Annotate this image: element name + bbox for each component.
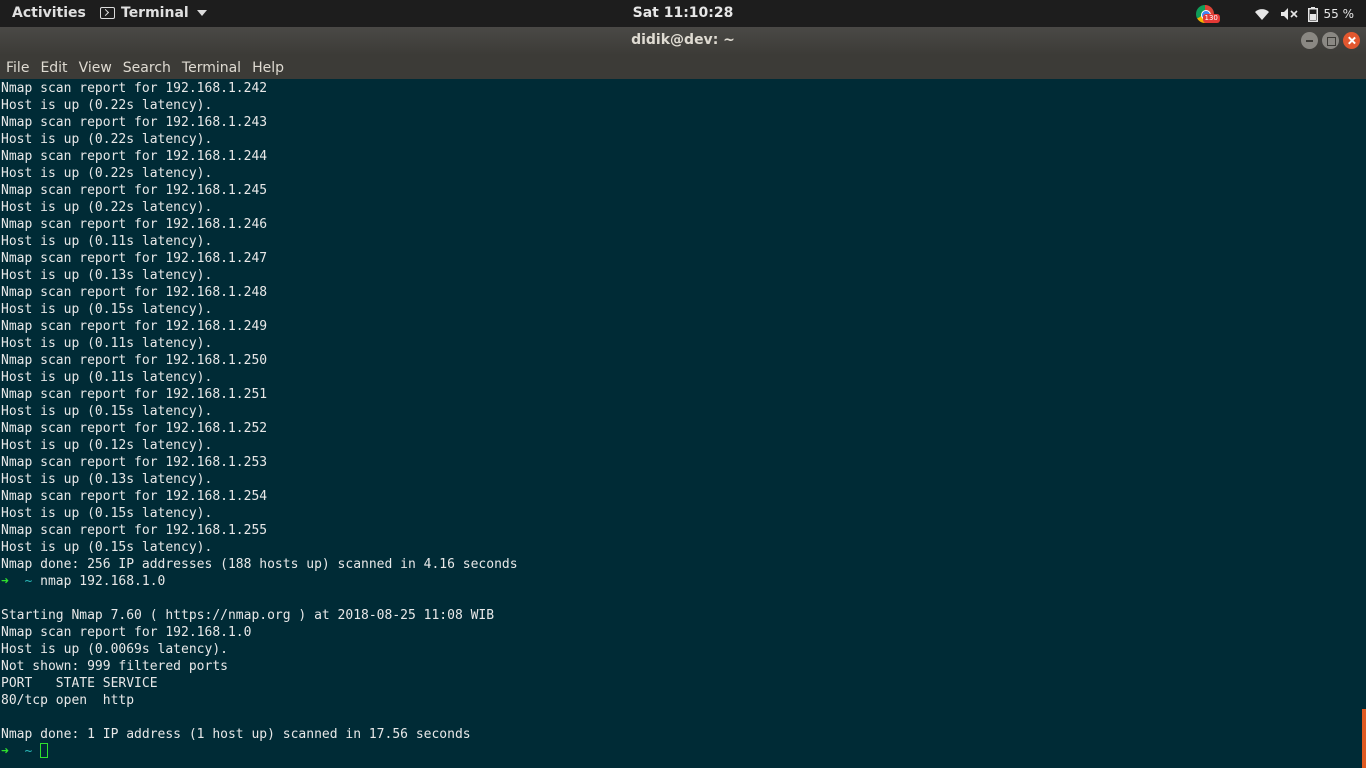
text-cursor (40, 743, 49, 758)
prompt-arrow-icon: ➜ (1, 744, 9, 759)
prompt-directory: ~ (24, 744, 33, 759)
sound-muted-icon (1280, 8, 1298, 20)
prompt-command: nmap 192.168.1.0 (40, 574, 166, 589)
terminal-line: Nmap done: 256 IP addresses (188 hosts u… (1, 557, 518, 572)
terminal-line: Host is up (0.0069s latency). (1, 642, 228, 657)
app-menu-label: Terminal (121, 5, 189, 21)
app-menu[interactable]: Terminal (100, 5, 207, 21)
terminal-line: Nmap scan report for 192.168.1.244 (1, 149, 268, 164)
terminal-line: 80/tcp open http (1, 693, 135, 708)
terminal-line: Nmap scan report for 192.168.1.0 (1, 625, 252, 640)
minimize-button[interactable] (1301, 32, 1318, 49)
terminal-line: Host is up (0.22s latency). (1, 98, 213, 113)
menu-file[interactable]: File (6, 58, 29, 76)
menu-edit[interactable]: Edit (40, 58, 67, 76)
notification-badge: 130 (1202, 14, 1220, 23)
terminal-line: Nmap scan report for 192.168.1.251 (1, 387, 268, 402)
close-button[interactable] (1343, 32, 1360, 49)
menu-bar: File Edit View Search Terminal Help (0, 55, 1366, 79)
terminal-line: Host is up (0.13s latency). (1, 268, 213, 283)
wifi-icon (1254, 9, 1269, 20)
prompt-directory: ~ (24, 574, 33, 589)
terminal-line: Nmap scan report for 192.168.1.246 (1, 217, 268, 232)
terminal-line: Nmap scan report for 192.168.1.254 (1, 489, 268, 504)
window-title: didik@dev: ~ (631, 32, 735, 48)
clock[interactable]: Sat 11:10:28 (633, 5, 734, 21)
terminal-line: Starting Nmap 7.60 ( https://nmap.org ) … (1, 608, 495, 623)
terminal-line: Nmap scan report for 192.168.1.247 (1, 251, 268, 266)
maximize-button[interactable] (1322, 32, 1339, 49)
battery-percentage: 55 % (1323, 7, 1355, 21)
menu-view[interactable]: View (79, 58, 112, 76)
terminal-line: Nmap scan report for 192.168.1.243 (1, 115, 268, 130)
activities-button[interactable]: Activities (12, 5, 86, 21)
terminal-line: Host is up (0.22s latency). (1, 132, 213, 147)
terminal-line: Host is up (0.13s latency). (1, 472, 213, 487)
top-bar: Activities Terminal Sat 11:10:28 130 55 … (0, 0, 1366, 27)
terminal-line: PORT STATE SERVICE (1, 676, 158, 691)
menu-terminal[interactable]: Terminal (182, 58, 241, 76)
active-prompt-line[interactable]: ➜ ~ (1, 743, 1366, 760)
terminal-line: Host is up (0.15s latency). (1, 506, 213, 521)
scrollbar-indicator[interactable] (1362, 709, 1366, 768)
terminal-line: Nmap scan report for 192.168.1.250 (1, 353, 268, 368)
terminal-line: Host is up (0.11s latency). (1, 234, 213, 249)
terminal-line: Host is up (0.15s latency). (1, 404, 213, 419)
terminal-line: Nmap scan report for 192.168.1.252 (1, 421, 268, 436)
terminal-line: Host is up (0.22s latency). (1, 200, 213, 215)
terminal-line: Host is up (0.15s latency). (1, 302, 213, 317)
terminal-line: Host is up (0.15s latency). (1, 540, 213, 555)
menu-search[interactable]: Search (123, 58, 171, 76)
battery-icon (1307, 6, 1318, 22)
window-titlebar[interactable]: didik@dev: ~ (0, 27, 1366, 55)
menu-help[interactable]: Help (252, 58, 284, 76)
terminal-line: Host is up (0.11s latency). (1, 370, 213, 385)
prompt-line: ➜ ~ nmap 192.168.1.0 (1, 573, 1366, 590)
terminal-line: Nmap done: 1 IP address (1 host up) scan… (1, 727, 471, 742)
terminal-line: Nmap scan report for 192.168.1.248 (1, 285, 268, 300)
terminal-line: Host is up (0.12s latency). (1, 438, 213, 453)
terminal-line: Nmap scan report for 192.168.1.245 (1, 183, 268, 198)
terminal-line: Nmap scan report for 192.168.1.253 (1, 455, 268, 470)
system-tray[interactable]: 130 55 % (1195, 3, 1355, 25)
terminal-output[interactable]: Nmap scan report for 192.168.1.242 Host … (0, 79, 1366, 768)
terminal-line: Nmap scan report for 192.168.1.255 (1, 523, 268, 538)
terminal-line: Host is up (0.11s latency). (1, 336, 213, 351)
chevron-down-icon (196, 10, 207, 16)
terminal-line: Nmap scan report for 192.168.1.242 (1, 81, 268, 96)
terminal-line: Nmap scan report for 192.168.1.249 (1, 319, 268, 334)
terminal-icon (100, 7, 115, 19)
terminal-line: Not shown: 999 filtered ports (1, 659, 228, 674)
prompt-arrow-icon: ➜ (1, 574, 9, 589)
terminal-line: Host is up (0.22s latency). (1, 166, 213, 181)
window-controls (1301, 32, 1360, 49)
chrome-icon[interactable]: 130 (1195, 5, 1220, 23)
